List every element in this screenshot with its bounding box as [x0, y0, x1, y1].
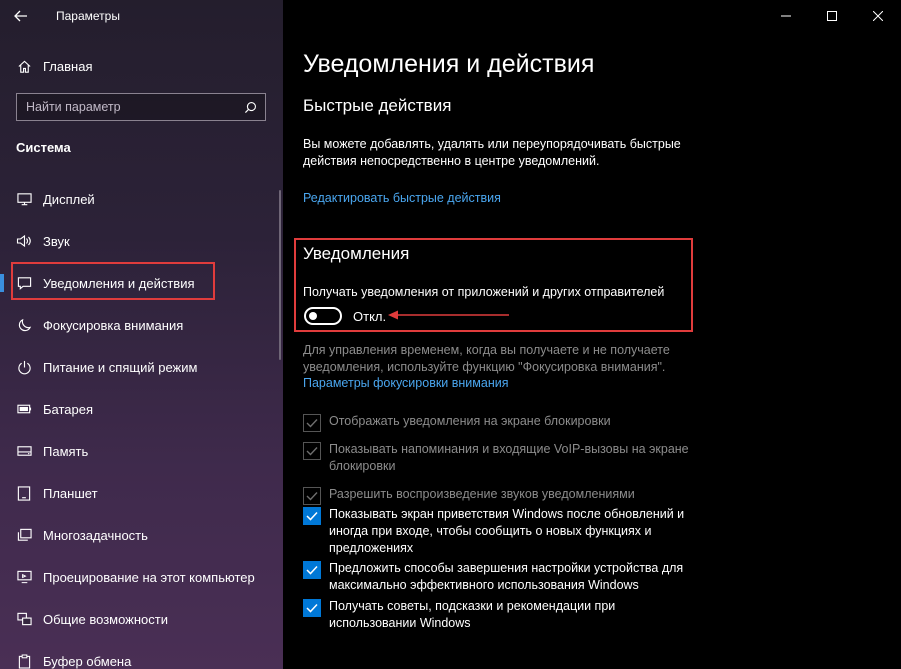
battery-icon — [16, 401, 32, 417]
annotation-arrow-icon — [388, 310, 509, 320]
checkbox-lock-screen-notifications[interactable]: Отображать уведомления на экране блокиро… — [303, 413, 689, 432]
shared-icon — [16, 611, 32, 627]
notifications-toggle-caption: Получать уведомления от приложений и дру… — [303, 285, 665, 299]
moon-icon — [16, 317, 32, 333]
checkbox-setup-suggestions[interactable]: Предложить способы завершения настройки … — [303, 560, 689, 594]
checkbox[interactable] — [303, 487, 321, 505]
sidebar-item-power[interactable]: Питание и спящий режим — [0, 346, 283, 388]
app-title: Параметры — [56, 9, 120, 23]
sidebar-item-battery[interactable]: Батарея — [0, 388, 283, 430]
checkmark-icon — [306, 419, 318, 428]
checkbox-label: Разрешить воспроизведение звуков уведомл… — [329, 487, 635, 501]
checkmark-icon — [306, 603, 318, 613]
projection-icon — [16, 569, 32, 585]
sidebar-item-focus[interactable]: Фокусировка внимания — [0, 304, 283, 346]
display-icon — [16, 191, 32, 207]
checkbox-label: Отображать уведомления на экране блокиро… — [329, 414, 611, 428]
back-button[interactable] — [0, 0, 42, 32]
checkmark-icon — [306, 447, 318, 456]
checkbox[interactable] — [303, 507, 321, 525]
checkmark-icon — [306, 511, 318, 521]
page-title: Уведомления и действия — [303, 50, 595, 78]
search-box — [16, 93, 266, 121]
sidebar-item-projection[interactable]: Проецирование на этот компьютер — [0, 556, 283, 598]
sidebar-item-label: Звук — [43, 233, 70, 249]
home-icon — [16, 58, 32, 74]
checkbox[interactable] — [303, 414, 321, 432]
notifications-toggle[interactable] — [304, 307, 342, 325]
checkbox-lock-screen-reminders[interactable]: Показывать напоминания и входящие VoIP-в… — [303, 441, 689, 475]
checkbox-welcome-experience[interactable]: Показывать экран приветствия Windows пос… — [303, 506, 689, 557]
speaker-icon — [16, 233, 32, 249]
sidebar-item-label: Дисплей — [43, 191, 95, 207]
checkbox-label: Получать советы, подсказки и рекомендаци… — [329, 599, 616, 630]
sidebar-item-label: Многозадачность — [43, 527, 148, 543]
sidebar-item-label: Фокусировка внимания — [43, 317, 184, 333]
sidebar-item-home[interactable]: Главная — [0, 52, 283, 80]
sidebar-nav: Дисплей Звук Уведомления и действия Фоку… — [0, 178, 283, 669]
toggle-state-label: Откл. — [353, 309, 387, 324]
quick-actions-heading: Быстрые действия — [303, 96, 452, 115]
checkbox-label: Предложить способы завершения настройки … — [329, 561, 684, 592]
checkmark-icon — [306, 492, 318, 501]
tablet-icon — [16, 485, 32, 501]
power-icon — [16, 359, 32, 375]
sidebar-item-shared[interactable]: Общие возможности — [0, 598, 283, 640]
checkbox-notification-sounds[interactable]: Разрешить воспроизведение звуков уведомл… — [303, 486, 689, 505]
sidebar-item-label: Общие возможности — [43, 611, 169, 627]
close-button[interactable] — [855, 0, 901, 32]
minimize-button[interactable] — [763, 0, 809, 32]
checkbox-label: Показывать напоминания и входящие VoIP-в… — [329, 442, 689, 473]
sidebar-item-sound[interactable]: Звук — [0, 220, 283, 262]
sidebar-item-label: Батарея — [43, 401, 94, 417]
sidebar-item-label: Буфер обмена — [43, 653, 132, 669]
clipboard-icon — [16, 653, 32, 669]
checkbox-tips[interactable]: Получать советы, подсказки и рекомендаци… — [303, 598, 689, 632]
checkbox-label: Показывать экран приветствия Windows пос… — [329, 507, 685, 555]
search-input[interactable] — [17, 99, 238, 115]
sidebar-item-tablet[interactable]: Планшет — [0, 472, 283, 514]
sidebar-item-storage[interactable]: Память — [0, 430, 283, 472]
sidebar: Параметры Главная Система Дисплей Звук У… — [0, 0, 283, 669]
focus-settings-link[interactable]: Параметры фокусировки внимания — [303, 376, 509, 390]
quick-actions-description: Вы можете добавлять, удалять или переупо… — [303, 137, 681, 168]
notifications-heading: Уведомления — [303, 244, 410, 263]
main-content: Уведомления и действия Быстрые действия … — [283, 0, 901, 669]
search-icon[interactable] — [242, 99, 258, 115]
checkmark-icon — [306, 565, 318, 575]
home-label: Главная — [43, 58, 93, 74]
window-controls — [763, 0, 901, 32]
sidebar-item-label: Память — [43, 443, 89, 459]
storage-icon — [16, 443, 32, 459]
maximize-button[interactable] — [809, 0, 855, 32]
sidebar-item-clipboard[interactable]: Буфер обмена — [0, 640, 283, 669]
close-icon — [873, 11, 883, 21]
focus-description: Для управления временем, когда вы получа… — [303, 343, 670, 374]
checkbox[interactable] — [303, 561, 321, 579]
sidebar-item-label: Проецирование на этот компьютер — [43, 569, 255, 585]
highlight-frame — [11, 262, 215, 300]
title-bar: Параметры — [0, 0, 283, 32]
checkbox[interactable] — [303, 442, 321, 460]
minimize-icon — [781, 15, 791, 17]
sidebar-scrollbar[interactable] — [279, 190, 281, 360]
sidebar-item-display[interactable]: Дисплей — [0, 178, 283, 220]
edit-quick-actions-link[interactable]: Редактировать быстрые действия — [303, 191, 501, 205]
checkbox[interactable] — [303, 599, 321, 617]
back-arrow-icon — [14, 10, 27, 22]
section-title: Система — [16, 140, 71, 155]
sidebar-item-label: Питание и спящий режим — [43, 359, 198, 375]
multitasking-icon — [16, 527, 32, 543]
sidebar-item-multitasking[interactable]: Многозадачность — [0, 514, 283, 556]
maximize-icon — [827, 11, 837, 21]
sidebar-item-label: Планшет — [43, 485, 98, 501]
